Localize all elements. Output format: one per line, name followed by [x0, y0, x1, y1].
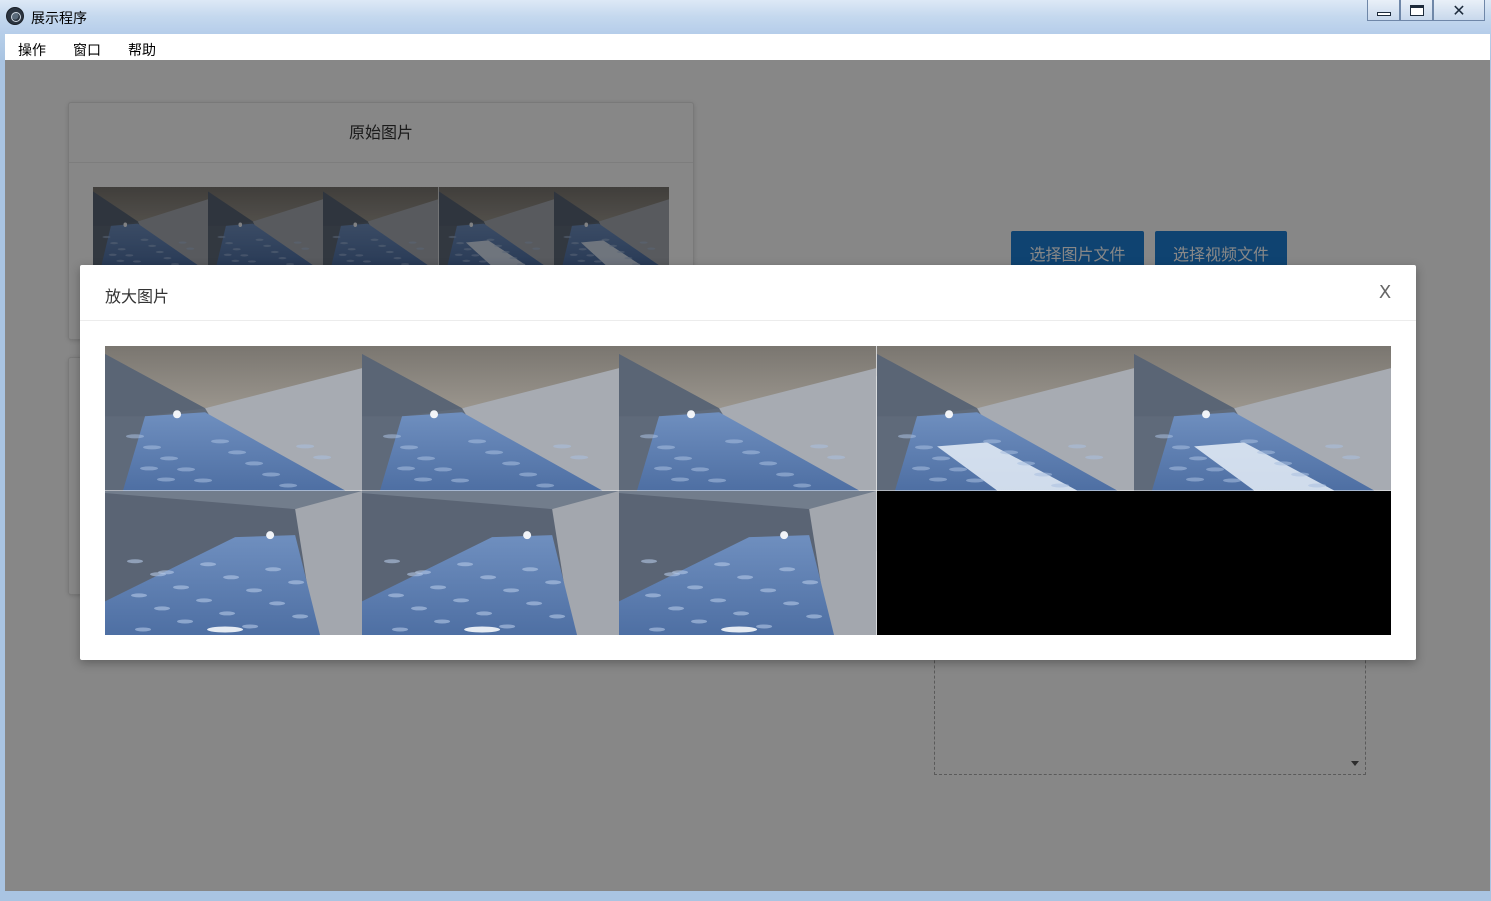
app-logo-icon [6, 7, 24, 25]
window-title: 展示程序 [31, 11, 87, 27]
zoomed-frame-4 [876, 346, 1134, 491]
dialog-header: 放大图片 X [80, 265, 1416, 321]
zoom-image-dialog: 放大图片 X [80, 265, 1416, 660]
zoomed-image [105, 346, 1391, 635]
zoomed-frame-9 [876, 490, 1134, 635]
title-bar[interactable]: 展示程序 ✕ [0, 0, 1491, 34]
zoomed-frame-2 [362, 346, 620, 491]
app-window: 展示程序 ✕ 操作 窗口 帮助 原始图片 选择图片文件 选择视频文件 放大图片 … [0, 0, 1491, 901]
window-controls: ✕ [1367, 0, 1485, 22]
dialog-title: 放大图片 [105, 287, 170, 306]
menu-operation[interactable]: 操作 [18, 40, 46, 60]
zoomed-frame-10 [1133, 490, 1391, 635]
menu-bar: 操作 窗口 帮助 [5, 34, 1490, 60]
zoomed-frame-5 [1133, 346, 1391, 491]
zoomed-frame-8 [619, 490, 877, 635]
menu-help[interactable]: 帮助 [128, 40, 156, 60]
client-area: 操作 窗口 帮助 原始图片 选择图片文件 选择视频文件 放大图片 X [5, 34, 1490, 891]
zoomed-frame-6 [105, 490, 363, 635]
zoomed-frame-1 [105, 346, 363, 491]
close-icon[interactable]: ✕ [1433, 0, 1485, 21]
menu-window[interactable]: 窗口 [73, 40, 101, 60]
minimize-icon[interactable] [1367, 0, 1400, 21]
main-page: 原始图片 选择图片文件 选择视频文件 放大图片 X [5, 60, 1490, 891]
close-icon[interactable]: X [1376, 283, 1394, 303]
maximize-icon[interactable] [1400, 0, 1433, 21]
zoomed-frame-7 [362, 490, 620, 635]
zoomed-frame-3 [619, 346, 877, 491]
